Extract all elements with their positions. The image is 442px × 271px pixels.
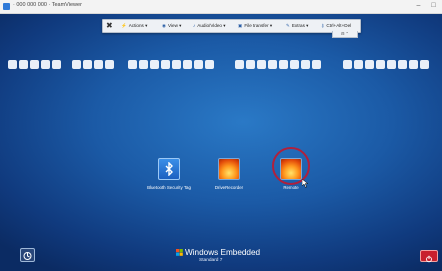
- windows-flag-icon: [176, 249, 183, 256]
- bolt-icon: ⚡: [121, 23, 127, 28]
- progress-dot: [235, 60, 244, 69]
- progress-dot: [161, 60, 170, 69]
- progress-dot: [30, 60, 39, 69]
- brand-edition: Standard 7: [199, 258, 223, 263]
- progress-dot: [246, 60, 255, 69]
- progress-dot: [8, 60, 17, 69]
- teamviewer-app-icon: [3, 3, 10, 10]
- desktop-icon-label: Bluetooth Security Tag: [147, 185, 191, 190]
- progress-dot: [365, 60, 374, 69]
- desktop-icon-bluetooth-security-tag[interactable]: Bluetooth Security Tag: [139, 158, 199, 190]
- key-icon: ⚷: [321, 23, 325, 28]
- remote-desktop: ✖ ⚡ Actions ▾ ◉ View ▾ ♪ Audio/Video ▾ ▣ Fil…: [0, 14, 442, 271]
- progress-dot: [19, 60, 28, 69]
- progress-dot: [290, 60, 299, 69]
- shutdown-button[interactable]: [420, 250, 438, 263]
- mouse-cursor-icon: [302, 179, 308, 188]
- progress-dot: [94, 60, 103, 69]
- audio-video-icon: ♪: [193, 23, 196, 28]
- view-label: View ▾: [168, 23, 182, 28]
- window-title: · 000 000 000 · TeamViewer: [13, 2, 82, 8]
- progress-dot: [205, 60, 214, 69]
- toolbar-collapse-tab[interactable]: ⊟ ⌃: [332, 31, 358, 38]
- file-transfer-label: File transfer ▾: [244, 23, 273, 28]
- progress-dot: [376, 60, 385, 69]
- progress-dot: [41, 60, 50, 69]
- bluetooth-icon: [158, 158, 180, 180]
- minimize-button[interactable]: –: [412, 1, 425, 11]
- progress-dot: [105, 60, 114, 69]
- progress-dot: [150, 60, 159, 69]
- ctrl-alt-del-label: Ctrl+Alt+Del: [326, 23, 352, 28]
- progress-dot: [409, 60, 418, 69]
- actions-label: Actions ▾: [128, 23, 148, 28]
- view-menu[interactable]: ◉ View ▾: [162, 20, 181, 32]
- close-session-button[interactable]: ✖: [106, 20, 113, 32]
- wrench-icon: ✎: [286, 23, 290, 28]
- brand-name: Windows Embedded: [185, 248, 261, 257]
- power-icon: [426, 255, 432, 263]
- flame-app-icon: [218, 158, 240, 180]
- accessibility-button[interactable]: [20, 248, 35, 262]
- extras-menu[interactable]: ✎ Extras ▾: [286, 20, 308, 32]
- progress-dot: [183, 60, 192, 69]
- progress-dot: [343, 60, 352, 69]
- extras-label: Extras ▾: [291, 23, 309, 28]
- progress-dot: [354, 60, 363, 69]
- progress-dot: [72, 60, 81, 69]
- progress-dot: [268, 60, 277, 69]
- progress-dot: [420, 60, 429, 69]
- ease-of-access-icon: [23, 252, 32, 260]
- progress-dot: [387, 60, 396, 69]
- progress-dot: [398, 60, 407, 69]
- progress-dot: [194, 60, 203, 69]
- progress-dot: [139, 60, 148, 69]
- folder-icon: ▣: [238, 23, 243, 28]
- progress-dot: [312, 60, 321, 69]
- audio-video-label: Audio/Video ▾: [197, 23, 226, 28]
- progress-dot: [52, 60, 61, 69]
- desktop-icon-driverecorder[interactable]: DriveRecorder: [199, 158, 259, 190]
- actions-menu[interactable]: ⚡ Actions ▾: [121, 20, 147, 32]
- maximize-button[interactable]: □: [427, 1, 440, 11]
- progress-dot: [172, 60, 181, 69]
- progress-dot: [279, 60, 288, 69]
- eye-icon: ◉: [162, 23, 167, 28]
- progress-dot: [301, 60, 310, 69]
- desktop-icon-label: Remote: [283, 185, 299, 190]
- progress-dot: [128, 60, 137, 69]
- progress-dot: [83, 60, 92, 69]
- desktop-icon-label: DriveRecorder: [214, 185, 244, 190]
- progress-dot: [257, 60, 266, 69]
- audio-video-menu[interactable]: ♪ Audio/Video ▾: [193, 20, 226, 32]
- file-transfer-menu[interactable]: ▣ File transfer ▾: [238, 20, 272, 32]
- window-titlebar: · 000 000 000 · TeamViewer – □: [0, 0, 442, 14]
- teamviewer-toolbar: ✖ ⚡ Actions ▾ ◉ View ▾ ♪ Audio/Video ▾ ▣ Fil…: [102, 19, 361, 33]
- progress-dots-row: [0, 60, 442, 70]
